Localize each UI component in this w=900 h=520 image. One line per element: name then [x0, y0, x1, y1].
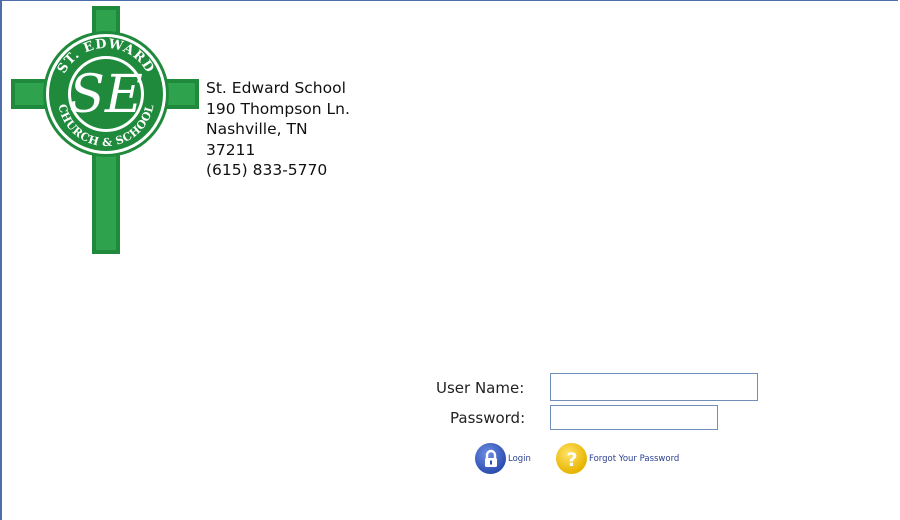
password-label: Password: [450, 409, 526, 427]
school-phone: (615) 833-5770 [206, 161, 328, 179]
password-input[interactable] [550, 405, 718, 430]
school-zip: 37211 [206, 140, 256, 159]
school-city-state: Nashville, TN [206, 120, 308, 138]
school-street: 190 Thompson Ln. [206, 99, 350, 118]
login-label: Login [508, 453, 531, 464]
question-icon: ? [556, 443, 587, 474]
forgot-password-label: Forgot Your Password [589, 453, 680, 464]
lock-icon [475, 443, 506, 474]
username-input[interactable] [550, 373, 758, 401]
school-address: St. Edward School 190 Thompson Ln. Nashv… [206, 78, 350, 181]
forgot-password-button[interactable]: ? Forgot Your Password [556, 443, 679, 474]
username-label: User Name: [436, 379, 525, 397]
school-logo: ST. EDWARD CHURCH & SCHOOL SE [11, 6, 199, 254]
logo-monogram: SE [69, 65, 143, 125]
login-button[interactable]: Login [475, 443, 531, 474]
svg-text:?: ? [566, 449, 577, 470]
school-name: St. Edward School [206, 79, 346, 97]
